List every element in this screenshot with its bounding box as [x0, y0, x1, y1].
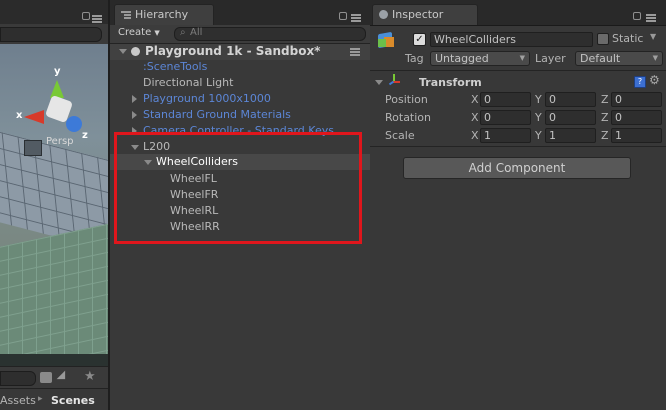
scene-tab-strip [0, 0, 108, 25]
gizmo-z-label: z [82, 130, 88, 141]
axis-x-label: X [471, 93, 479, 106]
create-button[interactable]: Create ▼ [118, 27, 160, 38]
expand-arrow-icon[interactable] [132, 111, 137, 119]
rotation-y-field[interactable]: 0 [545, 110, 596, 125]
scene-search-input[interactable] [0, 27, 102, 42]
axis-z-label: Z [601, 93, 609, 106]
panel-menu-icon[interactable] [92, 15, 102, 23]
scene-root-row[interactable]: Playground 1k - Sandbox* [110, 44, 370, 60]
tab-hierarchy[interactable]: Hierarchy [114, 4, 214, 25]
rotation-z-field[interactable]: 0 [611, 110, 662, 125]
persp-label[interactable]: Persp [46, 136, 74, 147]
expand-arrow-icon[interactable] [119, 49, 127, 54]
favorite-star-icon[interactable]: ★ [84, 369, 96, 384]
tab-inspector-label: Inspector [392, 8, 444, 21]
dropdown-arrow-icon: ▼ [154, 29, 160, 37]
breadcrumb-scenes[interactable]: Scenes [51, 394, 95, 407]
static-label: Static [612, 32, 644, 45]
active-checkbox[interactable]: ✓ [413, 33, 426, 46]
filter-type-icon[interactable] [40, 372, 52, 383]
gizmo-y-label: y [54, 66, 61, 77]
hierarchy-toolbar: Create ▼ ⌕ All [110, 25, 370, 44]
axis-y-label: Y [535, 93, 542, 106]
hierarchy-list-icon [121, 11, 131, 19]
scene-object-icon [24, 140, 42, 156]
axis-x-label: X [471, 111, 479, 124]
tag-label: Tag [405, 52, 424, 65]
position-y-field[interactable]: 0 [545, 92, 596, 107]
lock-icon[interactable] [633, 12, 641, 20]
axis-y-label: Y [535, 129, 542, 142]
project-search-input[interactable] [0, 371, 36, 386]
dropdown-arrow-icon: ▼ [519, 54, 525, 62]
gameobject-cube-icon [376, 31, 396, 51]
lock-icon[interactable] [82, 12, 90, 20]
gizmo-z-cone[interactable] [66, 116, 82, 132]
rotation-x-field[interactable]: 0 [480, 110, 531, 125]
breadcrumb-assets[interactable]: Assets [0, 394, 36, 407]
panel-menu-icon[interactable] [646, 14, 656, 22]
scene-menu-icon[interactable] [350, 48, 360, 56]
axis-z-label: Z [601, 111, 609, 124]
gear-icon[interactable]: ⚙ [649, 73, 660, 87]
tag-dropdown[interactable]: Untagged ▼ [430, 51, 530, 66]
static-dropdown-arrow-icon[interactable]: ▼ [650, 32, 656, 41]
scene-ground-grid [0, 216, 108, 354]
scale-label: Scale [385, 129, 415, 142]
hierarchy-item[interactable]: Playground 1000x1000 [143, 92, 271, 105]
scale-x-field[interactable]: 1 [480, 128, 531, 143]
info-icon [379, 10, 388, 19]
axis-y-label: Y [535, 111, 542, 124]
divider [370, 70, 666, 71]
hierarchy-item[interactable]: Standard Ground Materials [143, 108, 291, 121]
orientation-gizmo[interactable]: y x z [16, 66, 90, 141]
transform-title[interactable]: Transform [419, 76, 482, 89]
layer-label: Layer [535, 52, 566, 65]
layer-value: Default [580, 52, 621, 65]
hierarchy-search-input[interactable]: ⌕ All [174, 27, 366, 41]
hierarchy-tab-strip: Hierarchy [110, 0, 370, 26]
hierarchy-item[interactable]: Directional Light [143, 76, 233, 89]
search-placeholder: All [190, 27, 203, 38]
help-book-icon[interactable]: ? [634, 76, 646, 88]
axis-x-label: X [471, 129, 479, 142]
object-name-field[interactable]: WheelColliders [430, 32, 593, 47]
position-label: Position [385, 93, 428, 106]
project-breadcrumb: Assets ▸ Scenes [0, 388, 108, 410]
expand-arrow-icon[interactable] [132, 95, 137, 103]
transform-icon [388, 74, 400, 86]
gizmo-x-label: x [16, 110, 23, 121]
axis-z-label: Z [601, 129, 609, 142]
scale-z-field[interactable]: 1 [611, 128, 662, 143]
tag-value: Untagged [435, 52, 489, 65]
component-expand-arrow-icon[interactable] [375, 80, 383, 85]
static-checkbox[interactable] [597, 33, 609, 45]
lock-icon[interactable] [339, 12, 347, 20]
add-component-button[interactable]: Add Component [403, 157, 631, 179]
search-icon: ⌕ [180, 27, 186, 38]
create-label: Create [118, 27, 152, 38]
breadcrumb-separator: ▸ [38, 394, 43, 404]
layer-dropdown[interactable]: Default ▼ [575, 51, 663, 66]
position-x-field[interactable]: 0 [480, 92, 531, 107]
scene-panel: y x z Persp ★ Assets ▸ Scenes [0, 0, 108, 410]
hierarchy-item[interactable]: :SceneTools [143, 60, 207, 73]
inspector-tab-strip: Inspector [370, 0, 666, 26]
inspector-panel: Inspector ✓ WheelColliders Static ▼ Tag … [370, 0, 666, 410]
highlight-box [114, 132, 362, 244]
dropdown-arrow-icon: ▼ [652, 54, 658, 62]
tab-inspector[interactable]: Inspector [372, 4, 478, 25]
divider [370, 146, 666, 147]
hierarchy-panel: Hierarchy Create ▼ ⌕ All Playground 1k -… [108, 0, 372, 410]
scene-name: Playground 1k - Sandbox* [145, 44, 321, 58]
unity-scene-icon [131, 47, 140, 56]
tab-hierarchy-label: Hierarchy [135, 8, 189, 21]
panel-menu-icon[interactable] [351, 14, 361, 22]
rotation-label: Rotation [385, 111, 432, 124]
position-z-field[interactable]: 0 [611, 92, 662, 107]
scene-viewport[interactable]: y x z Persp [0, 44, 108, 354]
filter-label-icon[interactable] [56, 370, 70, 384]
scale-y-field[interactable]: 1 [545, 128, 596, 143]
gizmo-x-cone[interactable] [24, 110, 44, 124]
